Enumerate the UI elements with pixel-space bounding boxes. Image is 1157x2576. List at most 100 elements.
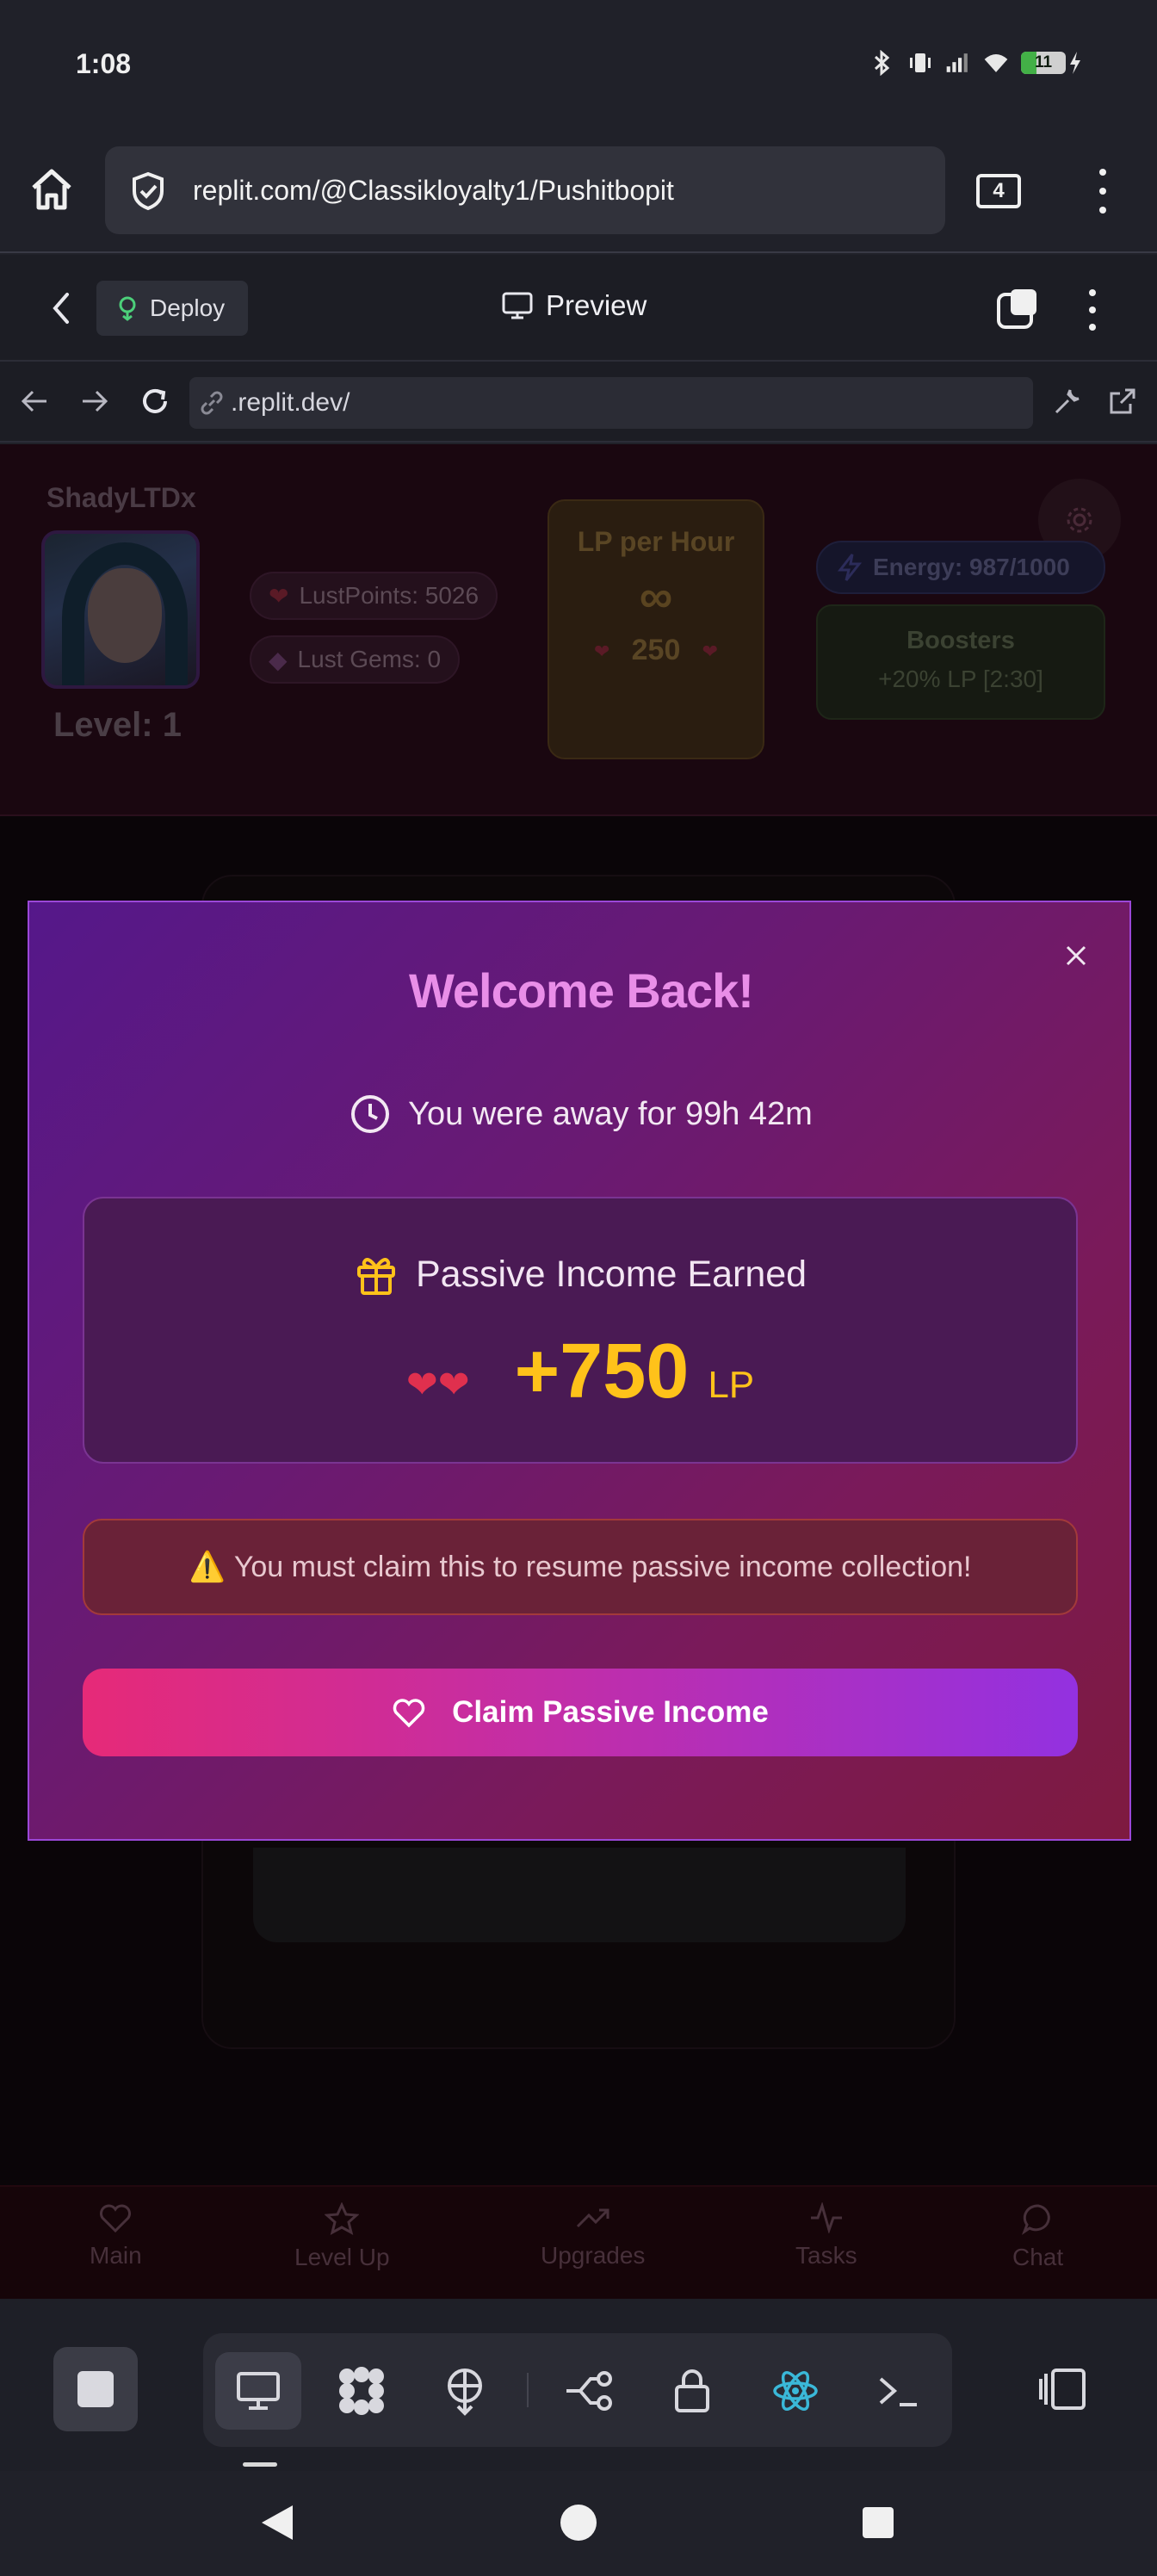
tab-switcher-button[interactable]: 4 xyxy=(976,174,1021,208)
android-nav-bar xyxy=(0,2471,1157,2576)
lust-gems: Lust Gems: 0 xyxy=(297,646,442,672)
tab-preview[interactable] xyxy=(215,2352,301,2430)
nav-level-up-label: Level Up xyxy=(294,2244,390,2270)
trending-up-icon xyxy=(576,2208,609,2228)
claim-label: Claim Passive Income xyxy=(452,1695,769,1729)
welcome-back-modal: Welcome Back! You were away for 99h 42m … xyxy=(28,901,1131,1841)
nav-level-up[interactable]: Level Up xyxy=(294,2202,390,2271)
energy-pill: Energy: 987/1000 xyxy=(816,541,1105,594)
monitor-icon xyxy=(237,2372,280,2410)
status-icons: 11 xyxy=(869,50,1083,76)
username: ShadyLTDx xyxy=(46,482,196,513)
android-back-button[interactable] xyxy=(251,2497,303,2548)
star-icon xyxy=(325,2202,360,2235)
income-unit: LP xyxy=(708,1364,755,1406)
nav-tasks[interactable]: Tasks xyxy=(795,2202,857,2269)
url-bar[interactable]: replit.com/@Classikloyalty1/Pushitbopit xyxy=(105,146,945,234)
income-title-row: Passive Income Earned xyxy=(84,1252,1076,1297)
side-panel-button[interactable] xyxy=(1033,2359,1093,2419)
lp-per-hour-symbol: ∞ xyxy=(639,571,673,622)
lightning-icon xyxy=(837,554,863,581)
tab-secrets[interactable] xyxy=(649,2352,735,2430)
gift-icon xyxy=(356,1258,395,1295)
signal-icon xyxy=(945,50,971,76)
claim-warning: ⚠️ You must claim this to resume passive… xyxy=(83,1519,1078,1615)
vibrate-icon xyxy=(907,50,933,76)
lp-per-hour-title: LP per Hour xyxy=(577,526,735,557)
browser-menu-button[interactable] xyxy=(1090,169,1116,214)
square-recents-icon xyxy=(863,2507,894,2538)
game-image xyxy=(253,1848,906,1942)
nav-upgrades[interactable]: Upgrades xyxy=(541,2202,645,2269)
back-arrow-icon[interactable] xyxy=(14,381,55,422)
home-button[interactable] xyxy=(24,162,79,217)
tab-deployments[interactable] xyxy=(422,2352,508,2430)
link-icon xyxy=(201,391,223,415)
divider xyxy=(527,2373,529,2407)
away-text: You were away for 99h 42m xyxy=(408,1095,813,1132)
hearts-icon: ❤❤ xyxy=(405,1364,470,1406)
reload-icon[interactable] xyxy=(134,381,176,422)
tab-agent[interactable] xyxy=(319,2352,405,2430)
gear-icon xyxy=(1067,507,1092,533)
nav-tasks-label: Tasks xyxy=(795,2242,857,2269)
new-window-icon[interactable] xyxy=(995,286,1040,331)
tool-tabs xyxy=(203,2333,952,2447)
external-link-icon[interactable] xyxy=(1102,381,1143,422)
avatar[interactable] xyxy=(41,530,200,689)
android-recents-button[interactable] xyxy=(852,2497,904,2548)
webview-address-bar[interactable]: .replit.dev/ xyxy=(189,377,1033,429)
active-tab-indicator xyxy=(243,2462,277,2467)
tab-shell[interactable] xyxy=(856,2352,942,2430)
nav-chat[interactable]: Chat xyxy=(1012,2202,1063,2271)
android-home-button[interactable] xyxy=(553,2497,604,2548)
shield-check-icon xyxy=(133,171,164,211)
webview-nav: .replit.dev/ xyxy=(0,362,1157,443)
deploy-button[interactable]: Deploy xyxy=(96,281,248,336)
heart-icon: ❤ xyxy=(594,641,610,662)
app-bottom-nav: Main Level Up Upgrades Tasks Chat xyxy=(0,2185,1157,2299)
passive-income-card: Passive Income Earned ❤❤ +750 LP xyxy=(83,1197,1078,1464)
replit-toolbar xyxy=(0,2299,1157,2471)
warning-text: You must claim this to resume passive in… xyxy=(233,1550,972,1583)
deploy-label: Deploy xyxy=(150,294,226,321)
income-amount: +750 xyxy=(514,1328,690,1415)
lust-gems-pill: ◆ Lust Gems: 0 xyxy=(250,635,461,684)
back-chevron-icon[interactable] xyxy=(45,288,79,329)
lp-per-hour-value: 250 xyxy=(631,634,681,666)
forward-arrow-icon[interactable] xyxy=(74,381,115,422)
preview-title: Preview xyxy=(501,289,647,322)
tab-git[interactable] xyxy=(546,2352,632,2430)
heart-icon: ❤ xyxy=(702,641,718,662)
react-icon xyxy=(773,2370,818,2412)
away-duration: You were away for 99h 42m xyxy=(29,1093,1133,1135)
terminal-icon xyxy=(879,2377,917,2406)
nav-chat-label: Chat xyxy=(1012,2244,1064,2270)
player-level: Level: 1 xyxy=(53,706,182,744)
webview-address-text: .replit.dev/ xyxy=(231,388,350,417)
claim-passive-income-button[interactable]: Claim Passive Income xyxy=(83,1669,1078,1756)
nav-main[interactable]: Main xyxy=(90,2202,142,2269)
energy-value: Energy: 987/1000 xyxy=(873,554,1070,580)
tab-react[interactable] xyxy=(752,2352,838,2430)
lust-points-pill: ❤ LustPoints: 5026 xyxy=(250,572,498,620)
deploy-icon xyxy=(119,296,136,321)
boosters-card[interactable]: Boosters +20% LP [2:30] xyxy=(816,604,1105,720)
income-title: Passive Income Earned xyxy=(415,1253,807,1295)
circle-home-icon xyxy=(560,2505,597,2541)
git-branch-icon xyxy=(566,2371,612,2411)
deployments-icon xyxy=(448,2369,482,2416)
charging-icon xyxy=(1070,52,1080,74)
panel-toggle-icon xyxy=(1039,2369,1086,2410)
replit-header: Deploy Preview xyxy=(0,255,1157,362)
status-bar: 1:08 11 xyxy=(0,0,1157,129)
boosters-value: +20% LP [2:30] xyxy=(878,666,1043,692)
clock-icon xyxy=(351,1095,390,1133)
wrench-icon[interactable] xyxy=(1047,381,1088,422)
triangle-back-icon xyxy=(262,2505,293,2540)
lock-icon xyxy=(675,2369,709,2412)
stop-button[interactable] xyxy=(53,2347,138,2431)
preview-menu-button[interactable] xyxy=(1086,289,1098,331)
url-text: replit.com/@Classikloyalty1/Pushitbopit xyxy=(193,175,674,206)
lust-points: LustPoints: 5026 xyxy=(299,582,480,609)
